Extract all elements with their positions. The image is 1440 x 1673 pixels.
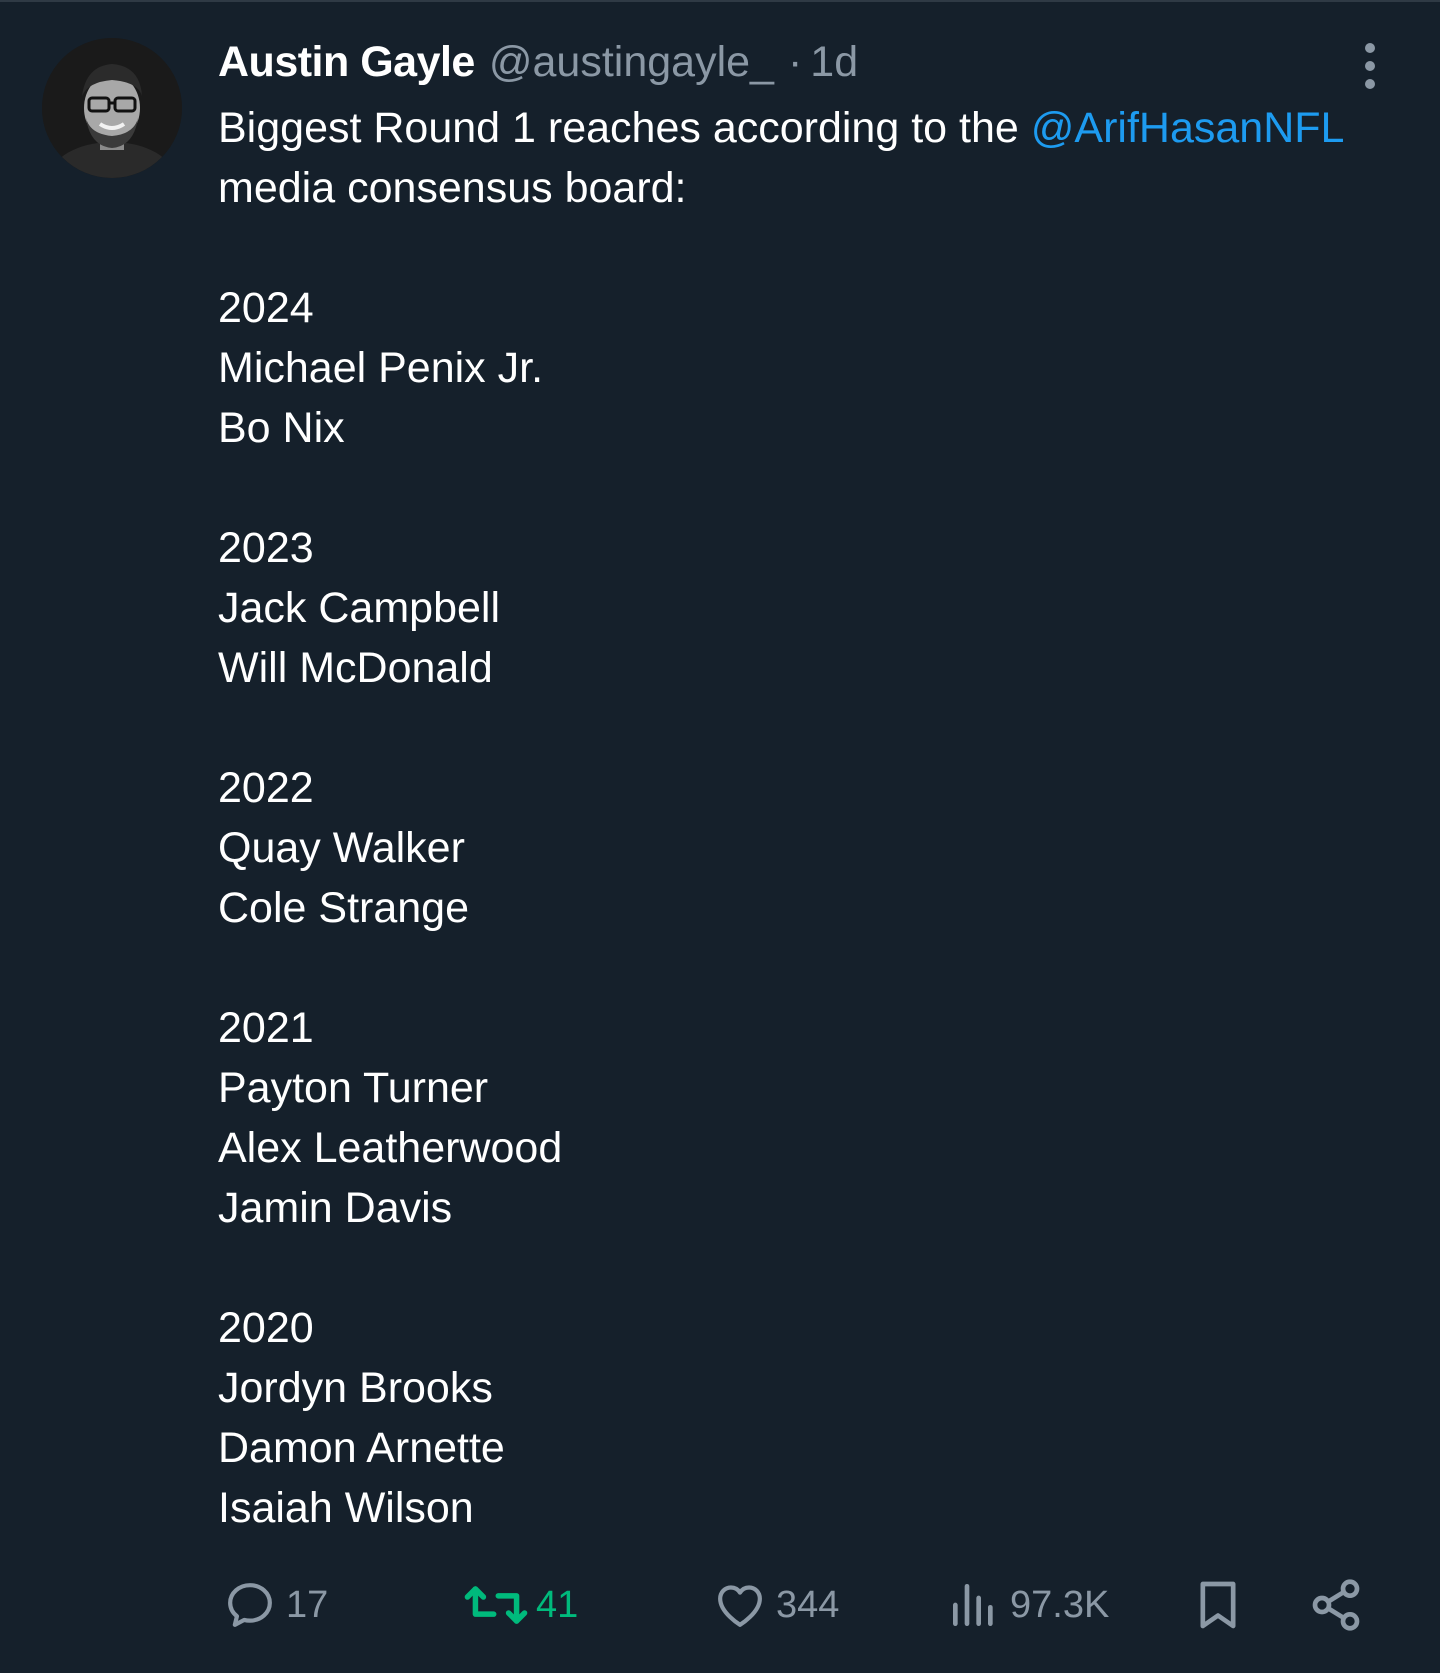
retweet-count: 41 [536,1583,579,1626]
retweet-button[interactable]: 41 [464,1570,578,1640]
year-label: 2020 [218,1304,314,1352]
year-label: 2023 [218,524,314,572]
player-name: Jamin Davis [218,1184,453,1232]
bookmark-button[interactable] [1190,1570,1246,1640]
tweet-text-line: Biggest Round 1 reaches according to the… [218,98,1418,158]
author-handle[interactable]: @austingayle_ [489,38,774,87]
year-label: 2022 [218,764,314,812]
retweet-icon [464,1586,528,1624]
reply-icon [228,1583,272,1627]
player-name: Bo Nix [218,404,345,452]
share-icon [1312,1579,1360,1631]
views-count: 97.3K [1010,1583,1110,1626]
reply-count: 17 [286,1583,329,1626]
tweet-text-line: media consensus board: [218,164,687,212]
bookmark-icon [1200,1581,1236,1629]
player-name: Jack Campbell [218,584,500,632]
tweet-action-bar: 17 41 344 97.3K [0,1570,1440,1640]
player-name: Will McDonald [218,644,493,692]
player-name: Jordyn Brooks [218,1364,493,1412]
views-button[interactable]: 97.3K [946,1570,1109,1640]
player-name: Michael Penix Jr. [218,344,544,392]
player-name: Isaiah Wilson [218,1484,474,1532]
top-divider [0,0,1440,2]
like-count: 344 [776,1583,840,1626]
tweet-text: Biggest Round 1 reaches according to the… [218,98,1418,1538]
year-group: 2021 Payton Turner Alex Leatherwood Jami… [218,998,1418,1238]
avatar-photo-icon [42,38,182,178]
year-group: 2024 Michael Penix Jr. Bo Nix [218,278,1418,458]
share-button[interactable] [1308,1570,1364,1640]
heart-icon [718,1585,762,1627]
player-name: Cole Strange [218,884,469,932]
player-name: Payton Turner [218,1064,489,1112]
avatar[interactable] [42,38,182,178]
year-label: 2024 [218,284,314,332]
year-label: 2021 [218,1004,314,1052]
author-name[interactable]: Austin Gayle [218,38,475,87]
player-name: Quay Walker [218,824,465,872]
views-icon [953,1584,993,1626]
year-group: 2022 Quay Walker Cole Strange [218,758,1418,938]
tweet-header: Austin Gayle @austingayle_ · 1d [218,34,858,90]
reply-button[interactable]: 17 [222,1570,328,1640]
more-vertical-icon [1365,43,1375,89]
year-group: 2023 Jack Campbell Will McDonald [218,518,1418,698]
year-group: 2020 Jordyn Brooks Damon Arnette Isaiah … [218,1298,1418,1538]
more-options-button[interactable] [1350,38,1390,94]
player-name: Damon Arnette [218,1424,505,1472]
tweet-text-intro: Biggest Round 1 reaches according to the [218,104,1031,152]
player-name: Alex Leatherwood [218,1124,563,1172]
separator-dot: · [787,37,803,86]
mention-link[interactable]: @ArifHasanNFL [1031,104,1345,152]
like-button[interactable]: 344 [712,1570,839,1640]
tweet-timestamp[interactable]: 1d [810,38,858,87]
